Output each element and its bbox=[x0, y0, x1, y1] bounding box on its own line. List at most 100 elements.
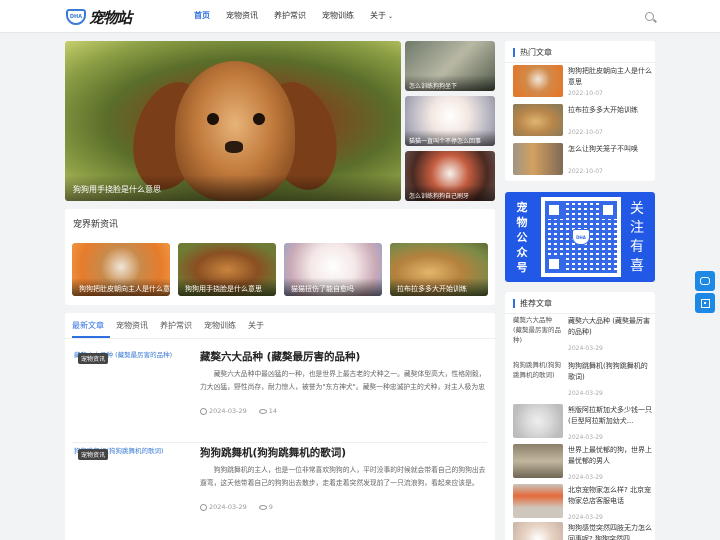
article-date: 2024-03-29 bbox=[209, 407, 247, 415]
hero-side-caption: 怎么训练狗狗坐下 bbox=[405, 75, 495, 91]
recommended-item-title: 熊版阿拉斯加犬多少钱一只(巨型阿拉斯加幼犬... bbox=[568, 406, 652, 425]
hero-image-nose bbox=[225, 141, 243, 153]
recommended-item-title: 世界上最忧郁的狗，世界上最忧郁的男人 bbox=[568, 446, 652, 465]
hero-side-item[interactable]: 怎么训练狗狗坐下 bbox=[405, 41, 495, 91]
hero-side-item[interactable]: 怎么训练狗狗自己刷牙 bbox=[405, 151, 495, 201]
news-card[interactable]: 狗狗把肚皮朝向主人是什么意思 bbox=[72, 243, 170, 296]
article-views: 9 bbox=[268, 503, 273, 511]
qrcode-image: DHA bbox=[541, 197, 621, 277]
tab-latest[interactable]: 最新文章 bbox=[72, 320, 110, 338]
article-list-panel: 最新文章 宠物资讯 养护常识 宠物训练 关于 藏獒六大品种 (藏獒最厉害的品种)… bbox=[65, 313, 495, 540]
recommended-item[interactable]: 北京宠物家怎么样? 北京宠物家总店客服电话 2024-03-29 bbox=[513, 484, 653, 526]
tab-about[interactable]: 关于 bbox=[248, 320, 270, 338]
qrcode-icon bbox=[700, 298, 710, 308]
hot-articles-panel: 热门文章 狗狗把肚皮朝向主人是什么意思 2022-10-07 拉布拉多多大开始训… bbox=[505, 41, 655, 181]
nav-care-tips[interactable]: 养护常识 bbox=[266, 0, 314, 33]
recommended-thumb bbox=[513, 484, 563, 518]
hot-article-item[interactable]: 狗狗把肚皮朝向主人是什么意思 2022-10-07 bbox=[513, 65, 653, 99]
qrcode-finder bbox=[545, 201, 563, 219]
recommended-item-date: 2024-03-29 bbox=[568, 390, 603, 397]
recommended-item-date: 2024-03-29 bbox=[568, 514, 603, 521]
clock-icon bbox=[200, 407, 207, 415]
category-badge[interactable]: 宠物资讯 bbox=[78, 449, 109, 460]
recommended-item[interactable]: 熊版阿拉斯加犬多少钱一只(巨型阿拉斯加幼犬... 2024-03-29 bbox=[513, 404, 653, 446]
divider bbox=[505, 62, 655, 63]
hero-side-item[interactable]: 猫猫一直叫个不停怎么回事 bbox=[405, 96, 495, 146]
hot-article-title: 狗狗把肚皮朝向主人是什么意思 bbox=[568, 67, 652, 86]
news-card-caption: 狗狗用手挠脸是什么意思 bbox=[178, 278, 276, 296]
qr-banner-right-text: 关注有喜 bbox=[630, 201, 644, 274]
chat-button[interactable] bbox=[695, 271, 715, 291]
tab-care-tips[interactable]: 养护常识 bbox=[160, 320, 198, 338]
article-item: 狗狗跳舞机(狗狗跳舞机的歌词) 宠物资讯 狗狗跳舞机(狗狗跳舞机的歌词) 狗狗跳… bbox=[72, 443, 487, 533]
article-thumbnail[interactable]: 藏獒六大品种 (藏獒最厉害的品种) 宠物资讯 bbox=[72, 347, 190, 421]
wechat-qr-banner[interactable]: 宠物公众号 DHA 关注有喜 bbox=[505, 192, 655, 282]
article-meta: 2024-03-29 9 bbox=[200, 503, 273, 511]
eye-icon bbox=[258, 504, 267, 510]
nav-about-label: 关于 bbox=[370, 11, 386, 20]
article-thumbnail[interactable]: 狗狗跳舞机(狗狗跳舞机的歌词) 宠物资讯 bbox=[72, 443, 190, 517]
recommended-item-title: 藏獒六大品种 (藏獒最厉害的品种) bbox=[568, 317, 650, 336]
news-card[interactable]: 拉布拉多多大开始训练 bbox=[390, 243, 488, 296]
nav-pet-news[interactable]: 宠物资讯 bbox=[218, 0, 266, 33]
hot-articles-title: 热门文章 bbox=[513, 48, 552, 57]
article-excerpt: 藏獒六大品种中最凶猛的一种，也是世界上最古老的犬种之一。藏獒体型高大，性格刚毅，… bbox=[200, 370, 486, 391]
site-logo[interactable]: DHA 宠物站 bbox=[66, 6, 148, 28]
hero-image-eye-left bbox=[207, 113, 219, 125]
article-views: 14 bbox=[268, 407, 278, 415]
article-date: 2024-03-29 bbox=[209, 503, 247, 511]
recommended-item[interactable]: 藏獒六大品种 (藏獒最厉害的品种) 藏獒六大品种 (藏獒最厉害的品种) 2024… bbox=[513, 315, 653, 357]
article-tabs: 最新文章 宠物资讯 养护常识 宠物训练 关于 bbox=[72, 320, 276, 338]
recommended-item-date: 2024-03-29 bbox=[568, 434, 603, 441]
broken-image-alt: 狗狗跳舞机(狗狗跳舞机的歌词) bbox=[513, 361, 562, 379]
nav-about[interactable]: 关于 ⌄ bbox=[362, 0, 401, 33]
recommended-item-date: 2024-03-29 bbox=[568, 474, 603, 481]
hot-article-thumb bbox=[513, 104, 563, 136]
article-title[interactable]: 狗狗跳舞机(狗狗跳舞机的歌词) bbox=[200, 445, 346, 460]
hot-article-date: 2022-10-07 bbox=[568, 129, 603, 136]
divider bbox=[505, 313, 655, 314]
qrcode-logo: DHA bbox=[572, 229, 590, 245]
tab-pet-training[interactable]: 宠物训练 bbox=[204, 320, 242, 338]
recommended-item-title: 北京宠物家怎么样? 北京宠物家总店客服电话 bbox=[568, 486, 651, 505]
news-card-caption: 拉布拉多多大开始训练 bbox=[390, 278, 488, 296]
qr-banner-left-text: 宠物公众号 bbox=[516, 201, 528, 274]
news-card-caption: 狗狗把肚皮朝向主人是什么意思 bbox=[72, 278, 170, 296]
logo-text: 宠物站 bbox=[89, 8, 132, 27]
tabs-divider bbox=[65, 338, 495, 339]
hero-caption[interactable]: 狗狗用手挠脸是什么意思 bbox=[65, 175, 401, 201]
qrcode-button[interactable] bbox=[695, 293, 715, 313]
hot-article-thumb bbox=[513, 143, 563, 175]
recommended-thumb bbox=[513, 404, 563, 438]
category-badge[interactable]: 宠物资讯 bbox=[78, 353, 109, 364]
nav-pet-training[interactable]: 宠物训练 bbox=[314, 0, 362, 33]
recommended-thumb bbox=[513, 444, 563, 478]
diamond-logo-icon: DHA bbox=[66, 9, 86, 25]
eye-icon bbox=[258, 408, 267, 414]
hot-article-item[interactable]: 拉布拉多多大开始训练 2022-10-07 bbox=[513, 104, 653, 138]
news-card[interactable]: 狗狗用手挠脸是什么意思 bbox=[178, 243, 276, 296]
tab-pet-news[interactable]: 宠物资讯 bbox=[116, 320, 154, 338]
hot-article-item[interactable]: 怎么让狗关笼子不叫唤 2022-10-07 bbox=[513, 143, 653, 177]
chat-icon bbox=[700, 277, 710, 285]
recommended-item-title: 狗狗感觉突然四肢无力怎么回事呢? 狗狗突然四 bbox=[568, 524, 652, 540]
article-title[interactable]: 藏獒六大品种 (藏獒最厉害的品种) bbox=[200, 349, 360, 364]
article-item: 藏獒六大品种 (藏獒最厉害的品种) 宠物资讯 藏獒六大品种 (藏獒最厉害的品种)… bbox=[72, 347, 487, 443]
clock-icon bbox=[200, 503, 207, 511]
hero-side-caption: 猫猫一直叫个不停怎么回事 bbox=[405, 130, 495, 146]
article-meta: 2024-03-29 14 bbox=[200, 407, 277, 415]
news-card[interactable]: 猫猫扭伤了能自愈吗 bbox=[284, 243, 382, 296]
broken-image-alt: 藏獒六大品种 (藏獒最厉害的品种) bbox=[513, 316, 562, 344]
recommended-item[interactable]: 狗狗感觉突然四肢无力怎么回事呢? 狗狗突然四 bbox=[513, 522, 653, 540]
hero-feature[interactable]: 狗狗用手挠脸是什么意思 bbox=[65, 41, 401, 201]
recommended-item[interactable]: 狗狗跳舞机(狗狗跳舞机的歌词) 狗狗跳舞机(狗狗跳舞机的歌词) 2024-03-… bbox=[513, 360, 653, 402]
main-nav: 首页 宠物资讯 养护常识 宠物训练 关于 ⌄ bbox=[186, 0, 401, 33]
news-panel: 宠界新资讯 狗狗把肚皮朝向主人是什么意思 狗狗用手挠脸是什么意思 猫猫扭伤了能自… bbox=[65, 209, 495, 305]
recommended-item-date: 2024-03-29 bbox=[568, 345, 603, 352]
hot-article-date: 2022-10-07 bbox=[568, 168, 603, 175]
recommended-item[interactable]: 世界上最忧郁的狗，世界上最忧郁的男人 2024-03-29 bbox=[513, 444, 653, 486]
search-icon[interactable] bbox=[645, 12, 654, 21]
news-card-caption: 猫猫扭伤了能自愈吗 bbox=[284, 278, 382, 296]
nav-home[interactable]: 首页 bbox=[186, 0, 218, 33]
chevron-down-icon: ⌄ bbox=[388, 13, 394, 20]
